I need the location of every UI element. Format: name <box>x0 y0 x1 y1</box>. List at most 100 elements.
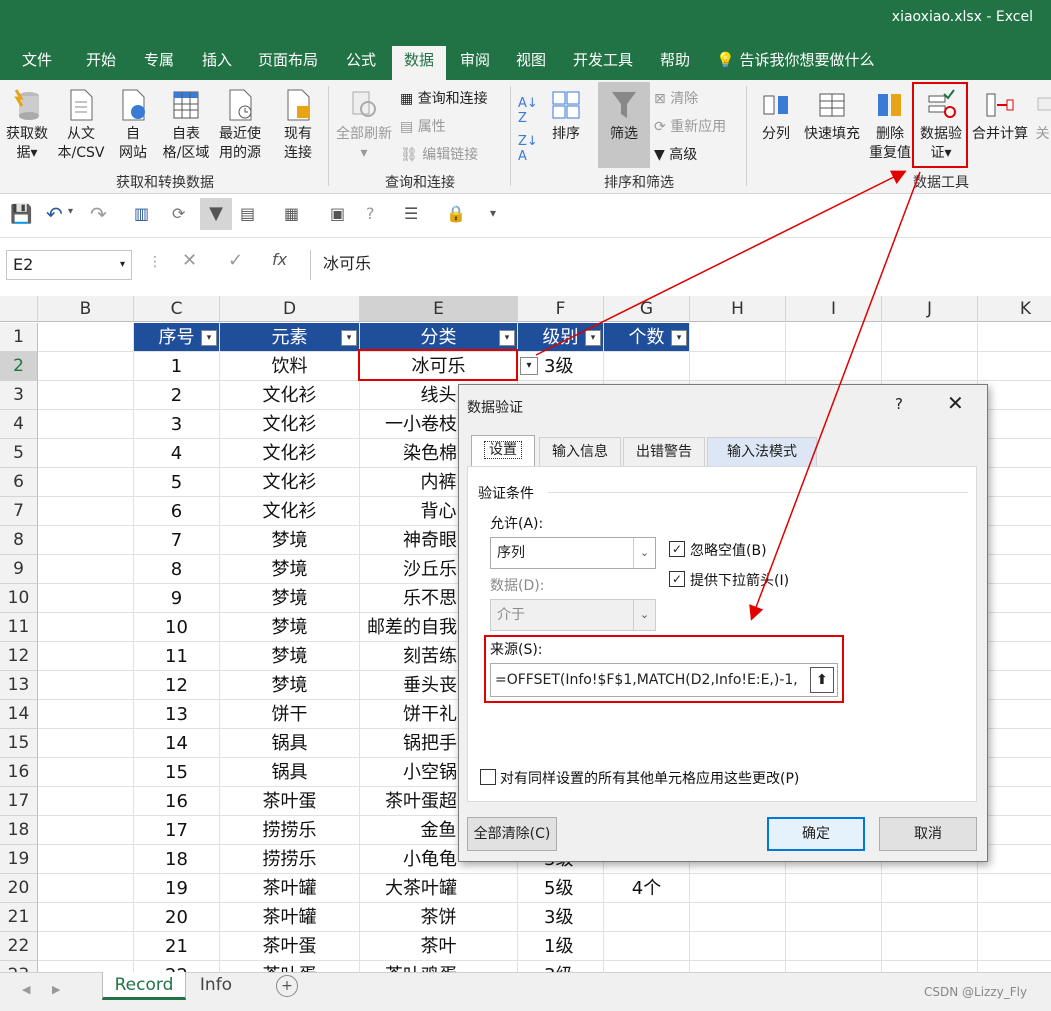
table-cell[interactable]: 文化衫 <box>220 468 360 497</box>
sort-button[interactable]: 排序 <box>544 88 588 144</box>
table-header-cell[interactable]: 级别 ▾ <box>518 323 604 352</box>
flash-fill-button[interactable]: 快速填充 <box>800 88 864 144</box>
in-cell-dropdown-checkbox[interactable]: ✓ <box>669 571 685 587</box>
lock-icon[interactable]: 🔒 <box>446 204 466 223</box>
filter-dropdown-icon[interactable]: ▾ <box>585 330 601 346</box>
column-header-d[interactable]: D <box>220 296 360 322</box>
tab-home[interactable]: 开始 <box>76 46 126 80</box>
row-header[interactable]: 15 <box>0 729 38 758</box>
sort-az-button[interactable]: A↓ Z <box>518 96 538 126</box>
image-icon[interactable]: ▣ <box>330 204 345 223</box>
table-cell[interactable] <box>690 961 786 972</box>
table-cell[interactable]: 茶叶鸡蛋 <box>360 961 518 972</box>
table-cell[interactable] <box>38 961 134 972</box>
table-cell[interactable] <box>978 961 1051 972</box>
table-cell[interactable]: 文化衫 <box>220 410 360 439</box>
row-header[interactable]: 14 <box>0 700 38 729</box>
tab-exclusive[interactable]: 专属 <box>134 46 184 80</box>
table-cell[interactable]: 6 <box>134 497 220 526</box>
scroll-right-icon[interactable]: ▶ <box>52 983 60 996</box>
form-icon[interactable]: ▤ <box>240 204 255 223</box>
table-cell[interactable] <box>786 903 882 932</box>
table-cell[interactable] <box>38 410 134 439</box>
ignore-blank-checkbox[interactable]: ✓ <box>669 541 685 557</box>
data-select[interactable]: 介于 ⌄ <box>490 599 656 631</box>
table-cell[interactable] <box>38 352 134 381</box>
table-cell[interactable]: 2 <box>134 381 220 410</box>
column-header-b[interactable]: B <box>38 296 134 322</box>
table-cell[interactable] <box>786 961 882 972</box>
row-header[interactable]: 13 <box>0 671 38 700</box>
table-cell[interactable]: 3级 <box>518 903 604 932</box>
table-cell[interactable] <box>882 961 978 972</box>
row-header[interactable]: 18 <box>0 816 38 845</box>
row-header[interactable]: 17 <box>0 787 38 816</box>
allow-select[interactable]: 序列 ⌄ <box>490 537 656 569</box>
table-cell[interactable] <box>978 352 1051 381</box>
table-cell[interactable]: 4 <box>134 439 220 468</box>
table-cell[interactable] <box>690 932 786 961</box>
refresh-icon[interactable]: ⟳ <box>172 204 185 223</box>
row-header[interactable]: 11 <box>0 613 38 642</box>
table-cell[interactable]: 5级 <box>518 874 604 903</box>
table-header-cell[interactable] <box>38 323 134 352</box>
sort-za-button[interactable]: Z↓ A <box>518 134 538 164</box>
table-cell[interactable] <box>978 584 1051 613</box>
table-cell[interactable]: 17 <box>134 816 220 845</box>
save-icon[interactable]: 💾 <box>10 204 32 225</box>
table-cell[interactable]: 3级 <box>518 961 604 972</box>
tab-developer[interactable]: 开发工具 <box>566 46 640 80</box>
table-cell[interactable]: 茶叶罐 <box>220 874 360 903</box>
table-cell[interactable]: 1级 <box>518 932 604 961</box>
table-cell[interactable]: 茶饼 <box>360 903 518 932</box>
from-table-button[interactable]: 自表 格/区域 <box>160 88 212 163</box>
function-icon[interactable]: fx <box>272 250 287 269</box>
tab-error-alert[interactable]: 出错警告 <box>623 437 705 467</box>
row-header[interactable]: 23 <box>0 961 38 972</box>
table-cell[interactable] <box>978 497 1051 526</box>
row-header[interactable]: 3 <box>0 381 38 410</box>
table-cell[interactable] <box>690 874 786 903</box>
table-cell[interactable] <box>604 903 690 932</box>
table-header-cell[interactable]: 序号 ▾ <box>134 323 220 352</box>
redo-icon[interactable]: ↷ <box>90 202 107 226</box>
table-cell[interactable]: 梦境 <box>220 642 360 671</box>
column-header-j[interactable]: J <box>882 296 978 322</box>
table-cell[interactable]: 锅具 <box>220 758 360 787</box>
row-header[interactable]: 12 <box>0 642 38 671</box>
table-cell[interactable]: 锅具 <box>220 729 360 758</box>
row-header[interactable]: 8 <box>0 526 38 555</box>
reapply-button[interactable]: ⟳ 重新应用 <box>654 116 726 136</box>
table-cell[interactable] <box>604 932 690 961</box>
table-cell[interactable] <box>38 845 134 874</box>
table-cell[interactable] <box>978 671 1051 700</box>
table-cell[interactable] <box>882 903 978 932</box>
row-header[interactable]: 20 <box>0 874 38 903</box>
table-cell[interactable] <box>38 584 134 613</box>
filter-dropdown-icon[interactable]: ▾ <box>499 330 515 346</box>
table-cell[interactable]: 3 <box>134 410 220 439</box>
table-cell[interactable]: 8 <box>134 555 220 584</box>
row-header[interactable]: 1 <box>0 323 38 352</box>
dropdown-arrow-icon[interactable]: ▾ <box>520 357 538 375</box>
ok-button[interactable]: 确定 <box>767 817 865 851</box>
table-cell[interactable]: 9 <box>134 584 220 613</box>
get-data-button[interactable]: 获取数 据▾ <box>2 88 52 163</box>
table-cell[interactable] <box>978 932 1051 961</box>
table-header-cell[interactable]: 元素 ▾ <box>220 323 360 352</box>
close-icon[interactable]: ✕ <box>947 391 964 415</box>
row-header[interactable]: 4 <box>0 410 38 439</box>
filter-dropdown-icon[interactable]: ▾ <box>671 330 687 346</box>
table-cell[interactable] <box>978 787 1051 816</box>
table-cell[interactable]: 大茶叶罐 <box>360 874 518 903</box>
cancel-entry-icon[interactable]: ✕ <box>182 250 197 271</box>
name-box[interactable]: E2 ▾ <box>6 250 132 280</box>
formula-input[interactable]: 冰可乐 <box>310 250 1051 280</box>
table-cell[interactable]: 1 <box>134 352 220 381</box>
table-cell[interactable]: 10 <box>134 613 220 642</box>
clear-all-button[interactable]: 全部清除(C) <box>467 817 557 851</box>
clear-button[interactable]: ⊠ 清除 <box>654 88 698 108</box>
tab-data[interactable]: 数据 <box>392 46 446 80</box>
column-header-k[interactable]: K <box>978 296 1051 322</box>
table-cell[interactable] <box>978 468 1051 497</box>
